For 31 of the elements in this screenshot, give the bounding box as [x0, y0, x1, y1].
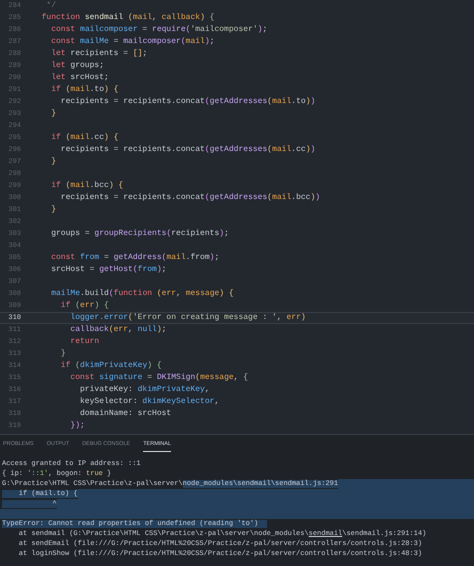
code-line: if (err) {	[60, 302, 109, 310]
code-line: groups = groupRecipients(recipients);	[50, 230, 229, 238]
code-line: recipients = recipients.concat(getAddresses(mail.to))	[60, 98, 316, 106]
code-line: logger.error('Error on creating message : ', err)	[69, 314, 306, 322]
code-line: if (dkimPrivateKey) {	[60, 362, 162, 370]
code-line: domainName: srcHost	[79, 410, 172, 418]
code-line: keySelector: dkimKeySelector,	[79, 398, 220, 406]
code-line: callback(err, null);	[69, 326, 166, 334]
code-line: let recipients = [];	[50, 50, 148, 58]
code-line: }	[50, 206, 56, 214]
code-line: }	[50, 110, 56, 118]
code-line: });	[69, 422, 85, 430]
code-line: if (mail.bcc) {	[50, 182, 124, 190]
code-line: const from = getAddress(mail.from);	[50, 254, 220, 262]
code-line: if (mail.to) {	[50, 86, 118, 94]
code-line: privateKey: dkimPrivateKey,	[79, 386, 210, 394]
code-line: */	[45, 2, 56, 10]
code-line: srcHost = getHost(from);	[50, 266, 166, 274]
code-line: let srcHost;	[50, 74, 109, 82]
code-line: function sendmail (mail, callback) {	[40, 14, 214, 22]
code-line: const mailMe = mailcomposer(mail);	[50, 38, 214, 46]
code-line: mailMe.build(function (err, message) {	[50, 290, 234, 298]
code-line: if (mail.cc) {	[50, 134, 118, 142]
code-line: let groups;	[50, 62, 104, 70]
code-line: return	[69, 338, 100, 346]
code-line: }	[60, 350, 66, 358]
code-line: recipients = recipients.concat(getAddresses(mail.bcc))	[60, 194, 320, 202]
code-line: }	[50, 158, 56, 166]
code-line: const signature = DKIMSign(message, {	[69, 374, 248, 382]
code-line: const mailcomposer = require('mailcomposer');	[50, 26, 268, 34]
code-line: recipients = recipients.concat(getAddresses(mail.cc))	[60, 146, 316, 154]
